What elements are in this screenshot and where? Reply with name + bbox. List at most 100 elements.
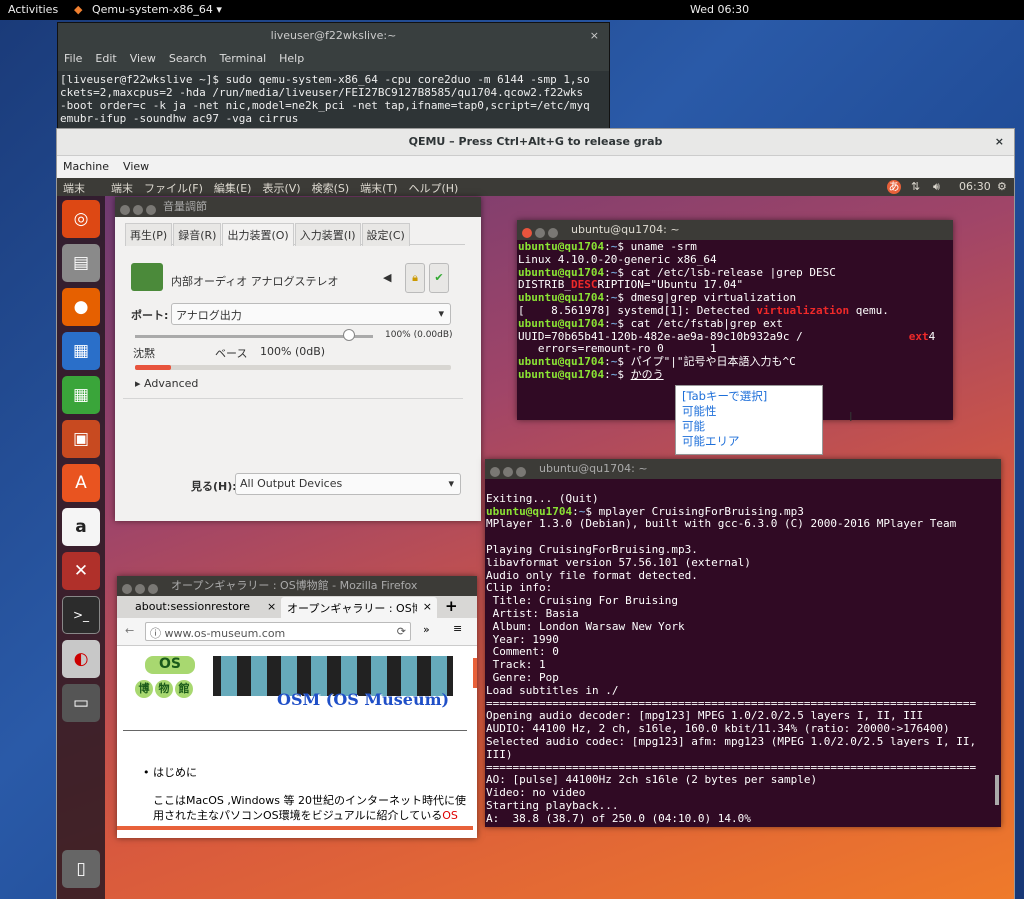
tab-session-restore[interactable]: about:sessionrestore [135,600,250,613]
guest-screen[interactable]: 端末 端末 ファイル(F) 編集(E) 表示(V) 検索(S) 端末(T) ヘルプ(H) あ… [57,178,1014,899]
host-menu-item[interactable]: Help [279,52,304,65]
qemu-menu-item[interactable]: View [123,160,149,173]
terminal-2-title: ubuntu@qu1704: ~ [539,462,648,475]
host-menu-item[interactable]: File [64,52,82,65]
lock-icon[interactable]: 🔒︎ [405,263,425,293]
amazon-icon[interactable]: a [62,508,100,546]
output-text: Artist: Basia [486,606,579,620]
volume-icon[interactable]: 🔊︎ [933,180,940,194]
volume-slider-handle[interactable] [343,329,355,341]
info-icon[interactable]: ⓘ [150,627,161,640]
guest-clock[interactable]: 06:30 [959,180,991,193]
port-select[interactable]: アナログ出力 ▾ [171,303,451,325]
close-icon[interactable]: × [267,600,276,613]
url-text: www.os-museum.com [164,627,286,640]
impress-icon[interactable]: ▣ [62,420,100,458]
trash-icon[interactable]: ▯ [62,850,100,888]
sound-tab[interactable]: 録音(R) [173,223,222,246]
host-terminal-output[interactable]: [liveuser@f22wkslive ~]$ sudo qemu-syste… [58,71,609,127]
maximize-icon[interactable] [516,467,526,477]
network-icon[interactable]: ⇅ [911,180,920,193]
show-devices-select[interactable]: All Output Devices ▾ [235,473,461,495]
guest-menu-item[interactable]: ファイル(F) [144,182,203,195]
files-icon[interactable]: ▤ [62,244,100,282]
guest-menu-item[interactable]: 表示(V) [262,182,300,195]
terminal-2-output[interactable]: Exiting... (Quit) ubuntu@qu1704:~$ mplaye… [485,479,1001,827]
terminal-2-titlebar[interactable]: ubuntu@qu1704: ~ [485,459,1001,479]
terminal-1-titlebar[interactable]: ubuntu@qu1704: ~ [517,220,953,240]
gear-icon[interactable]: ⚙ [997,180,1007,193]
host-menu-item[interactable]: Terminal [220,52,267,65]
guest-menu-item[interactable]: 端末 [111,182,133,195]
speaker-icon[interactable]: ◀ [383,271,391,284]
menu-icon[interactable]: ≡ [453,622,462,635]
sound-tab[interactable]: 出力装置(O) [222,223,294,246]
close-icon[interactable] [120,205,130,215]
host-menu-item[interactable]: View [130,52,156,65]
maximize-icon[interactable] [548,228,558,238]
minimize-icon[interactable] [503,467,513,477]
sound-tab[interactable]: 入力装置(I) [294,223,361,246]
bullet-item[interactable]: • はじめに [143,764,197,780]
host-terminal-title: liveuser@f22wkslive:~ [270,29,397,42]
back-icon[interactable]: ← [125,624,134,637]
maximize-icon[interactable] [146,205,156,215]
host-menu-item[interactable]: Edit [95,52,116,65]
output-text: Genre: Pop [486,670,559,684]
guest-menu-item[interactable]: 検索(S) [312,182,350,195]
close-icon[interactable] [522,228,532,238]
sound-titlebar[interactable]: 音量調節 [115,197,481,217]
new-tab-icon[interactable]: + [445,597,458,615]
close-icon[interactable] [122,584,132,594]
ime-indicator-icon[interactable]: あ [887,180,901,194]
output-text: Comment: 0 [486,645,559,659]
save-icon[interactable]: ▭ [62,684,100,722]
advanced-expander[interactable]: ▸ Advanced [135,377,198,390]
writer-icon[interactable]: ▦ [62,332,100,370]
app-menu[interactable]: Qemu-system-x86_64 ▾ [92,3,222,16]
volume-slider-track[interactable] [135,335,373,338]
reload-icon[interactable]: ⟳ [397,625,406,638]
terminal-line: Album: London Warsaw New York [486,620,1000,634]
ime-candidate[interactable]: 可能 [682,419,816,434]
maximize-icon[interactable] [148,584,158,594]
disk-icon[interactable]: ◐ [62,640,100,678]
sound-tab[interactable]: 再生(P) [125,223,173,246]
activities-button[interactable]: Activities [8,3,58,16]
output-text: [ 8.561978] systemd[1]: Detected [518,303,757,317]
calc-icon[interactable]: ▦ [62,376,100,414]
museum-kanji: 博物館 [135,680,195,698]
tab-os-museum[interactable]: オープンギャラリー : OS博物 × [281,597,437,618]
ubuntu-dash-icon[interactable]: ◎ [62,200,100,238]
museum-kanji-char: 館 [175,680,193,698]
default-device-icon[interactable]: ✔ [429,263,449,293]
overflow-icon[interactable]: » [423,623,430,636]
sound-tab[interactable]: 設定(C) [361,223,410,246]
close-icon[interactable] [490,467,500,477]
advanced-label: Advanced [144,377,199,390]
firefox-titlebar[interactable]: オープンギャラリー : OS博物館 - Mozilla Firefox [117,576,477,596]
host-terminal-titlebar[interactable]: liveuser@f22wkslive:~ × [58,23,609,49]
host-clock[interactable]: Wed 06:30 [690,3,749,16]
qemu-titlebar[interactable]: QEMU – Press Ctrl+Alt+G to release grab … [57,129,1014,156]
url-bar[interactable]: ⓘ www.os-museum.com ⟳ [145,622,411,641]
minimize-icon[interactable] [133,205,143,215]
close-icon[interactable]: × [423,600,432,613]
scrollbar[interactable] [473,658,477,688]
close-icon[interactable]: × [590,23,599,49]
minimize-icon[interactable] [535,228,545,238]
settings-icon[interactable]: ✕ [62,552,100,590]
terminal-icon[interactable]: >_ [62,596,100,634]
guest-menu-item[interactable]: 端末(T) [360,182,397,195]
qemu-menu-item[interactable]: Machine [63,160,109,173]
ime-candidate[interactable]: 可能性 [682,404,816,419]
minimize-icon[interactable] [135,584,145,594]
firefox-icon[interactable]: ● [62,288,100,326]
host-menu-item[interactable]: Search [169,52,207,65]
software-center-icon[interactable]: A [62,464,100,502]
ime-candidate[interactable]: 可能エリア [682,434,816,449]
guest-menu-item[interactable]: ヘルプ(H) [408,182,458,195]
close-icon[interactable]: × [995,129,1004,155]
guest-menu-item[interactable]: 編集(E) [214,182,252,195]
scrollbar[interactable] [995,775,999,805]
